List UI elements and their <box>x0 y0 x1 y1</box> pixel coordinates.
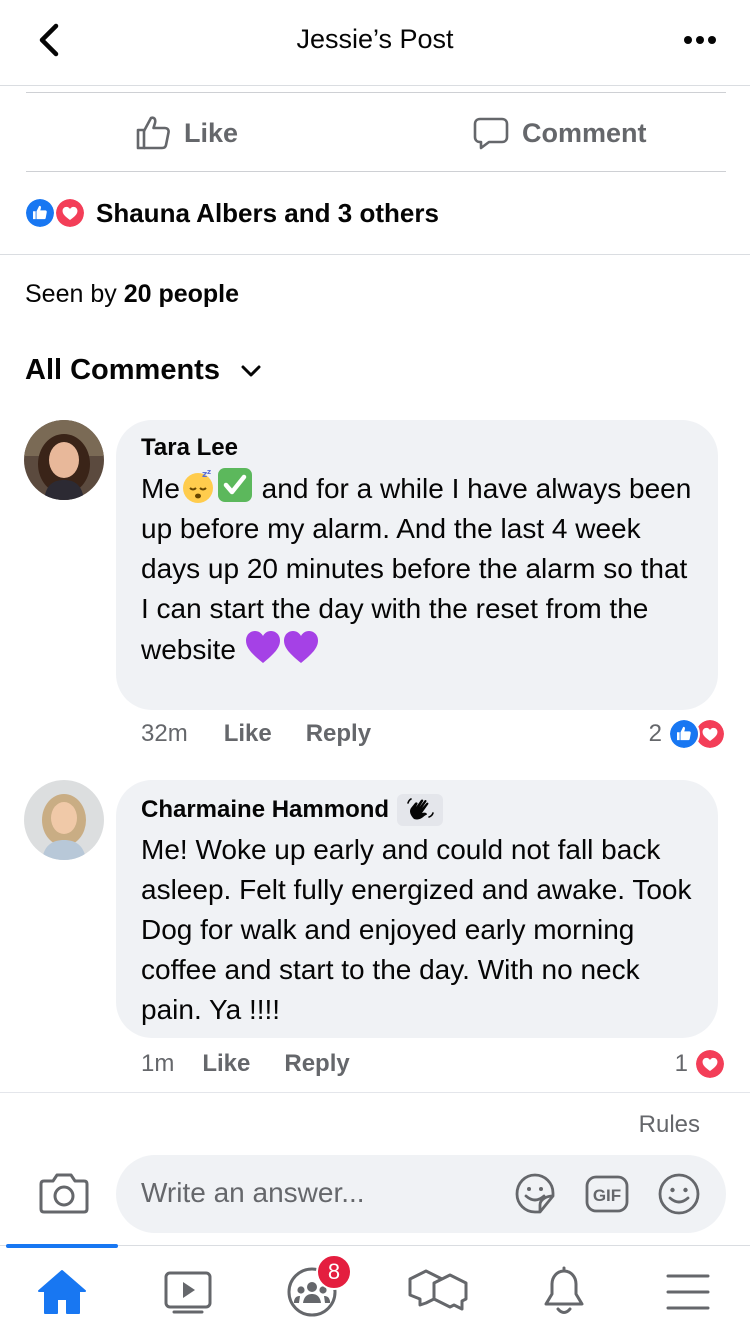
reactions-summary-text: Shauna Albers and 3 others <box>96 197 439 228</box>
seen-by[interactable]: Seen by 20 people <box>25 280 239 309</box>
page-title: Jessie’s Post <box>296 24 454 54</box>
comment-text: Me! Woke up early and could not fall bac… <box>141 834 692 1025</box>
camera-button[interactable] <box>38 1171 90 1215</box>
seen-by-prefix: Seen by <box>25 280 124 308</box>
avatar[interactable] <box>24 780 104 860</box>
seen-by-count: 20 people <box>123 280 240 308</box>
answer-input[interactable]: Write an answer... GIF <box>116 1155 726 1233</box>
commenter-name[interactable]: Tara Lee <box>141 434 694 462</box>
video-play-icon <box>164 1271 212 1314</box>
comment-label: Comment <box>522 117 647 148</box>
svg-text:z: z <box>207 468 211 476</box>
tab-notifications[interactable] <box>534 1264 594 1320</box>
love-reaction-icon <box>694 1048 726 1080</box>
tab-community[interactable] <box>406 1264 470 1320</box>
comment-bubble[interactable]: Tara Lee Me z z and for a while I have alw… <box>116 420 718 710</box>
like-label: Like <box>184 117 239 148</box>
comment-like-button[interactable]: Like <box>224 720 272 748</box>
tab-menu[interactable] <box>658 1264 718 1320</box>
comment-reaction-count[interactable]: 2 <box>649 718 726 750</box>
commenter-name-row: Charmaine Hammond <box>141 794 694 826</box>
svg-text:GIF: GIF <box>593 1186 621 1205</box>
comment-timestamp: 32m <box>141 720 188 747</box>
bell-icon <box>544 1266 584 1314</box>
like-reaction-icon <box>24 197 56 229</box>
input-actions: GIF <box>512 1171 702 1217</box>
reaction-count-number: 1 <box>674 1050 688 1077</box>
tab-home[interactable] <box>32 1264 92 1320</box>
purple-heart-icon <box>245 631 280 663</box>
camera-icon <box>39 1173 89 1214</box>
like-reaction-icon <box>668 718 700 750</box>
comment-meta: 32m Like Reply <box>141 720 371 748</box>
user-photo-icon <box>24 780 104 860</box>
comment-text-part: Me <box>141 473 180 504</box>
comment-reaction-count[interactable]: 1 <box>675 1048 726 1080</box>
like-button[interactable]: Like <box>134 93 238 173</box>
avatar[interactable] <box>24 420 104 500</box>
comment-bubble-icon <box>473 117 509 150</box>
comments-filter-dropdown[interactable]: All Comments <box>25 354 262 387</box>
tab-watch[interactable] <box>158 1264 218 1320</box>
check-mark-icon <box>217 468 252 502</box>
user-photo-icon <box>24 420 104 500</box>
chevron-down-icon <box>241 365 261 376</box>
home-icon <box>38 1270 86 1314</box>
reaction-icons <box>24 197 88 229</box>
active-tab-indicator <box>6 1244 118 1248</box>
emoji-icon[interactable] <box>656 1171 702 1217</box>
commenter-name[interactable]: Charmaine Hammond <box>141 796 389 824</box>
comment-text: Me z z and for a while I have always been … <box>141 466 694 670</box>
sleeping-face-icon: zz <box>182 468 213 503</box>
love-reaction-icon <box>54 197 86 229</box>
reactions-summary[interactable]: Shauna Albers and 3 others <box>0 172 750 255</box>
gif-icon[interactable]: GIF <box>584 1171 630 1217</box>
comment-like-button[interactable]: Like <box>202 1050 250 1078</box>
comment-composer: Rules Write an answer... GIF <box>0 1092 750 1245</box>
waving-hand-icon <box>407 798 434 820</box>
post-action-bar: Like Comment <box>26 92 726 172</box>
answer-input-placeholder: Write an answer... <box>141 1177 365 1208</box>
sticker-icon[interactable] <box>512 1171 558 1217</box>
bottom-tab-bar: 8 <box>0 1244 750 1334</box>
purple-heart-icon <box>283 631 318 663</box>
comment-meta: 1m Like Reply <box>141 1050 350 1078</box>
reaction-count-number: 2 <box>648 720 662 747</box>
groups-notification-badge: 8 <box>316 1254 352 1290</box>
rules-link[interactable]: Rules <box>639 1111 700 1139</box>
comment-button[interactable]: Comment <box>472 93 647 173</box>
comment-reply-button[interactable]: Reply <box>284 1050 349 1078</box>
comment-timestamp: 1m <box>141 1050 175 1077</box>
more-options-button[interactable] <box>680 24 720 56</box>
more-dots-icon <box>684 36 716 44</box>
comment-reply-button[interactable]: Reply <box>306 720 371 748</box>
top-bar: Jessie’s Post <box>0 0 750 86</box>
comments-filter-label: All Comments <box>25 354 220 386</box>
community-chat-icon <box>408 1269 468 1311</box>
hamburger-menu-icon <box>666 1274 710 1310</box>
new-member-badge[interactable] <box>397 794 444 826</box>
tab-groups[interactable]: 8 <box>282 1254 352 1320</box>
thumbs-up-icon <box>136 116 170 150</box>
comment-bubble[interactable]: Charmaine Hammond Me! Woke up early and … <box>116 780 718 1038</box>
